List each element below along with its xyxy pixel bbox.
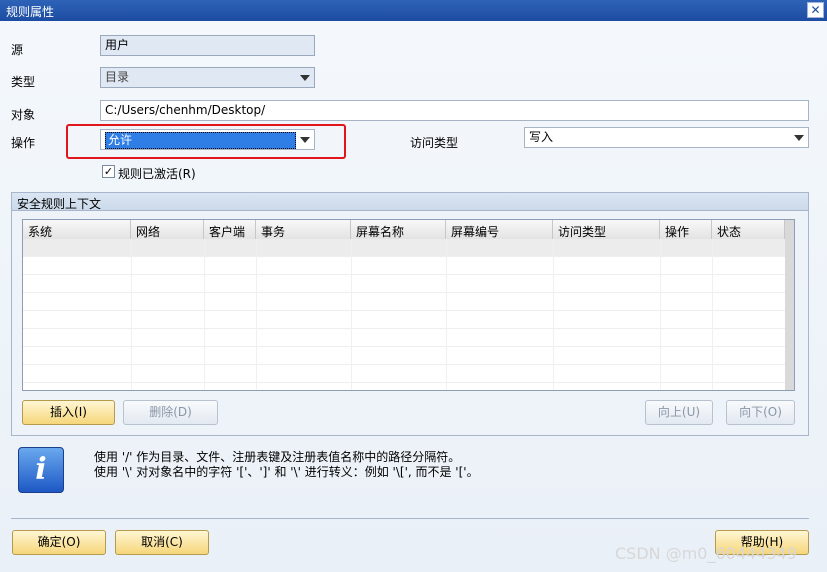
chevron-down-icon[interactable] (790, 128, 808, 147)
info-text-line2: 使用 '\' 对对象名中的字符 '['、']' 和 '\' 进行转义：例如 '\… (94, 465, 479, 479)
column-header-operation[interactable]: 操作 (660, 220, 712, 239)
column-header-client[interactable]: 客户端 (204, 220, 256, 239)
type-label: 类型 (11, 75, 36, 89)
source-label: 源 (11, 43, 24, 57)
info-icon: i (18, 447, 64, 493)
column-header-screen-name[interactable]: 屏幕名称 (351, 220, 446, 239)
column-divider (351, 239, 352, 390)
ok-button[interactable]: 确定(O) (12, 530, 106, 555)
table-row[interactable] (23, 239, 785, 257)
source-field: 用户 (100, 35, 315, 56)
column-header-transaction[interactable]: 事务 (256, 220, 351, 239)
column-divider (553, 239, 554, 390)
window-title: 规则属性 (6, 5, 55, 19)
column-divider (660, 239, 661, 390)
title-bar: 规则属性 ✕ (0, 0, 827, 21)
delete-button[interactable]: 删除(D) (123, 400, 218, 425)
column-header-network[interactable]: 网络 (131, 220, 204, 239)
table-header: 系统 网络 客户端 事务 屏幕名称 屏幕编号 访问类型 操作 状态 (23, 220, 794, 240)
column-divider (204, 239, 205, 390)
table-row[interactable] (23, 293, 785, 311)
group-header: 安全规则上下文 (12, 193, 808, 211)
column-divider (446, 239, 447, 390)
access-type-dropdown[interactable]: 写入 (524, 127, 809, 148)
insert-button[interactable]: 插入(I) (22, 400, 115, 425)
operation-dropdown[interactable]: 允许 (100, 129, 315, 150)
activated-checkbox[interactable]: ✓ (102, 165, 115, 178)
access-type-label: 访问类型 (410, 136, 459, 150)
object-input[interactable]: C:/Users/chenhm/Desktop/ (100, 100, 809, 121)
activated-label: 规则已激活(R) (118, 167, 196, 181)
move-up-button[interactable]: 向上(U) (645, 400, 713, 425)
column-header-screen-number[interactable]: 屏幕编号 (446, 220, 553, 239)
column-header-status[interactable]: 状态 (712, 220, 785, 239)
table-row[interactable] (23, 365, 785, 383)
table-row[interactable] (23, 347, 785, 365)
column-header-system[interactable]: 系统 (23, 220, 131, 239)
move-down-button[interactable]: 向下(O) (726, 400, 795, 425)
column-divider (256, 239, 257, 390)
watermark: CSDN @m0_60444349 (615, 544, 797, 563)
close-icon[interactable]: ✕ (807, 2, 824, 18)
type-value: 目录 (105, 70, 130, 84)
footer-separator (11, 518, 809, 519)
column-header-access-type[interactable]: 访问类型 (553, 220, 660, 239)
vertical-scrollbar[interactable] (785, 220, 794, 390)
column-divider (712, 239, 713, 390)
type-dropdown: 目录 (100, 67, 315, 88)
table-row[interactable] (23, 311, 785, 329)
table-row[interactable] (23, 257, 785, 275)
chevron-down-icon[interactable] (296, 130, 314, 149)
column-divider (131, 239, 132, 390)
context-table[interactable]: 系统 网络 客户端 事务 屏幕名称 屏幕编号 访问类型 操作 状态 (22, 219, 795, 391)
object-label: 对象 (11, 108, 36, 122)
cancel-button[interactable]: 取消(C) (115, 530, 209, 555)
operation-label: 操作 (11, 136, 36, 150)
table-row[interactable] (23, 275, 785, 293)
operation-value: 允许 (105, 132, 296, 149)
group-title: 安全规则上下文 (17, 197, 102, 211)
chevron-down-icon (296, 68, 314, 87)
table-row[interactable] (23, 329, 785, 347)
access-type-value: 写入 (529, 130, 554, 144)
